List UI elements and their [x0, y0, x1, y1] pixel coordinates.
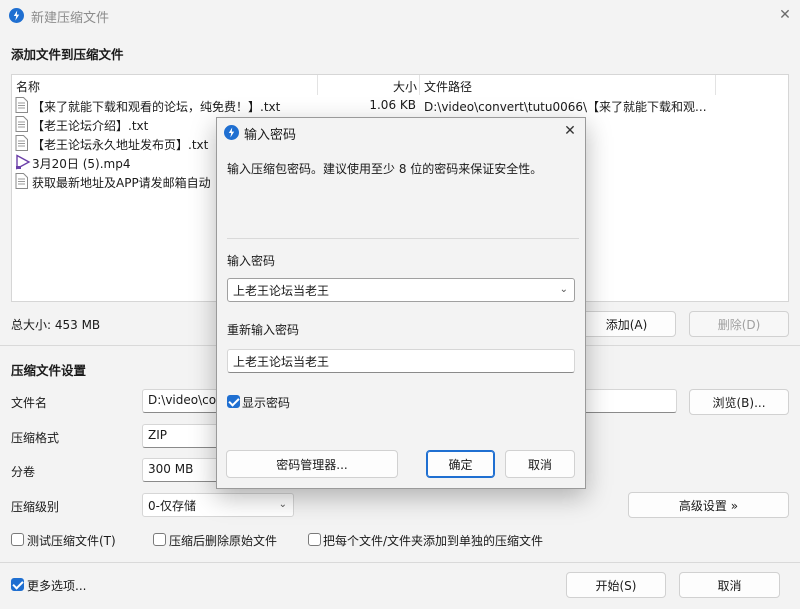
dialog-title: 输入密码: [244, 128, 297, 143]
password-dialog: 输入密码 ✕ 输入压缩包密码。建议使用至少 8 位的密码来保证安全性。 输入密码…: [216, 117, 586, 489]
file-size: 1.06 KB: [369, 98, 416, 112]
advanced-settings-button[interactable]: 高级设置 »: [628, 492, 789, 518]
level-select[interactable]: 0-仅存储 ⌄: [142, 493, 294, 517]
level-label: 压缩级别: [11, 500, 60, 514]
password-input[interactable]: 上老王论坛当老王 ⌄: [227, 278, 575, 302]
chevron-down-icon[interactable]: ⌄: [560, 284, 568, 295]
delete-files-button[interactable]: 删除(D): [689, 311, 789, 337]
password-value: 上老王论坛当老王: [233, 284, 330, 298]
start-button[interactable]: 开始(S): [566, 572, 666, 598]
text-file-icon: [15, 97, 28, 113]
dialog-close-icon[interactable]: ✕: [561, 123, 579, 139]
password-label: 输入密码: [227, 254, 276, 268]
filename-label: 文件名: [11, 396, 48, 410]
file-name: 【老王论坛介绍】.txt: [32, 119, 149, 133]
file-name: 【来了就能下载和观看的论坛，纯免费！】.txt: [32, 100, 281, 114]
file-name: 3月20日 (5).mp4: [32, 157, 131, 171]
file-path: D:\video\convert\tutu0066\【来了就能下载和观...: [424, 100, 707, 114]
total-size-label: 总大小: 453 MB: [11, 318, 101, 332]
video-file-icon: [16, 154, 31, 170]
format-label: 压缩格式: [11, 431, 60, 445]
split-label: 分卷: [11, 465, 36, 479]
footer-divider: [0, 562, 800, 563]
column-header-name[interactable]: 名称: [16, 78, 40, 95]
more-options-checkbox[interactable]: [11, 578, 24, 591]
show-password-label: 显示密码: [242, 396, 291, 410]
title-bar: 新建压缩文件 ✕: [0, 0, 800, 32]
cancel-button[interactable]: 取消: [679, 572, 780, 598]
column-header-size[interactable]: 大小: [393, 78, 417, 95]
window-close-icon[interactable]: ✕: [776, 7, 794, 23]
add-files-button[interactable]: 添加(A): [577, 311, 676, 337]
column-separator[interactable]: [715, 75, 716, 95]
format-select-value: ZIP: [148, 428, 167, 442]
show-password-checkbox[interactable]: [227, 395, 240, 408]
app-logo-icon: [224, 125, 239, 140]
window-title: 新建压缩文件: [31, 11, 110, 26]
delete-after-checkbox[interactable]: [153, 533, 166, 546]
column-separator[interactable]: [419, 75, 420, 95]
confirm-password-label: 重新输入密码: [227, 323, 300, 337]
chevron-down-icon: ⌄: [278, 499, 287, 510]
dialog-cancel-button[interactable]: 取消: [505, 450, 575, 478]
column-header-path[interactable]: 文件路径: [424, 78, 472, 95]
separate-archives-checkbox[interactable]: [308, 533, 321, 546]
browse-button[interactable]: 浏览(B)...: [689, 389, 789, 415]
dialog-divider: [227, 238, 579, 239]
password-manager-button[interactable]: 密码管理器...: [226, 450, 398, 478]
table-row[interactable]: 【来了就能下载和观看的论坛，纯免费！】.txt 1.06 KB D:\video…: [12, 96, 788, 115]
more-options-label: 更多选项...: [27, 579, 87, 593]
ok-button[interactable]: 确定: [426, 450, 495, 478]
app-logo-icon: [9, 8, 24, 23]
text-file-icon: [15, 116, 28, 132]
level-select-value: 0-仅存储: [148, 499, 196, 513]
text-file-icon: [15, 135, 28, 151]
test-archive-checkbox[interactable]: [11, 533, 24, 546]
test-archive-label: 测试压缩文件(T): [27, 534, 116, 548]
file-name: 获取最新地址及APP请发邮箱自动: [32, 176, 211, 190]
split-select-value: 300 MB: [148, 462, 194, 476]
add-files-section-title: 添加文件到压缩文件: [11, 47, 124, 62]
settings-section-title: 压缩文件设置: [11, 363, 87, 378]
file-name: 【老王论坛永久地址发布页】.txt: [32, 138, 209, 152]
confirm-password-input[interactable]: 上老王论坛当老王: [227, 349, 575, 373]
dialog-description: 输入压缩包密码。建议使用至少 8 位的密码来保证安全性。: [227, 162, 543, 176]
text-file-icon: [15, 173, 28, 189]
separate-archives-label: 把每个文件/文件夹添加到单独的压缩文件: [323, 534, 544, 548]
delete-after-label: 压缩后删除原始文件: [169, 534, 278, 548]
column-separator[interactable]: [317, 75, 318, 95]
